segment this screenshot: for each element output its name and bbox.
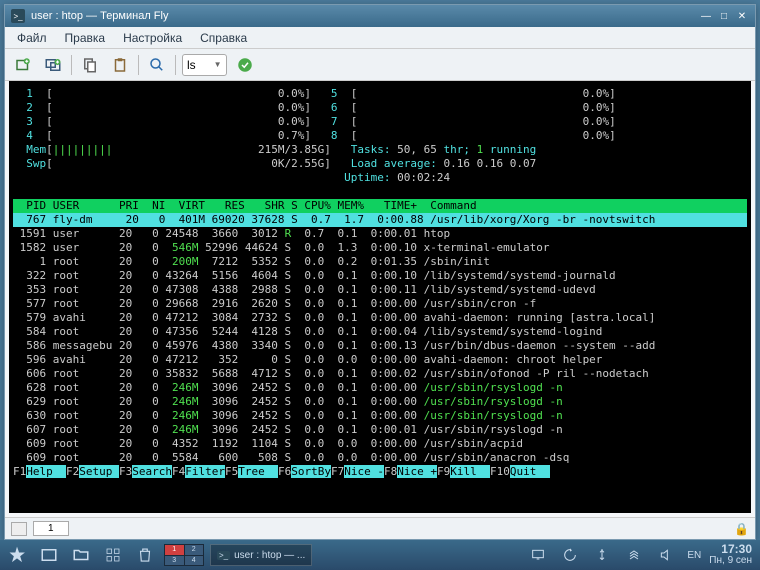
statusbar: 1 🔒 [5,517,755,539]
taskbar-task[interactable]: >_ user : htop — ... [210,544,312,566]
network-tray-icon[interactable] [621,543,647,567]
apps-button[interactable] [100,543,126,567]
workspace-4[interactable]: 4 [185,556,204,566]
separator [175,55,176,75]
terminal-tab[interactable]: 1 [33,521,69,536]
show-desktop-button[interactable] [36,543,62,567]
language-indicator[interactable]: EN [685,543,703,567]
clock-date: Пн, 9 сен [709,555,752,566]
task-icon: >_ [217,551,230,560]
terminal-output[interactable]: 1 [ 0.0%] 5 [ 0.0%] 2 [ 0.0%] 6 [ 0.0%] … [9,81,751,513]
workspace-3[interactable]: 3 [165,556,184,566]
app-icon: >_ [11,9,25,23]
titlebar[interactable]: >_ user : htop — Терминал Fly — □ ✕ [5,5,755,27]
menu-file[interactable]: Файл [9,29,55,47]
file-manager-button[interactable] [68,543,94,567]
close-button[interactable]: ✕ [735,9,749,23]
paste-button[interactable] [108,53,132,77]
menu-edit[interactable]: Правка [57,29,114,47]
clock-time: 17:30 [709,544,752,555]
separator [138,55,139,75]
window-title: user : htop — Терминал Fly [31,10,699,22]
separator [71,55,72,75]
start-button[interactable] [4,543,30,567]
run-button[interactable] [233,53,257,77]
command-combo[interactable]: ls ▼ [182,54,227,76]
maximize-button[interactable]: □ [717,9,731,23]
task-label: user : htop — ... [234,550,305,561]
volume-tray-icon[interactable] [653,543,679,567]
chevron-down-icon: ▼ [214,60,222,69]
menubar: Файл Правка Настройка Справка [5,27,755,49]
new-window-button[interactable] [41,53,65,77]
search-button[interactable] [145,53,169,77]
lock-icon[interactable]: 🔒 [734,522,749,536]
display-tray-icon[interactable] [525,543,551,567]
menu-settings[interactable]: Настройка [115,29,190,47]
workspace-pager[interactable]: 1 2 3 4 [164,544,204,566]
copy-button[interactable] [78,53,102,77]
trash-button[interactable] [132,543,158,567]
minimize-button[interactable]: — [699,9,713,23]
new-tab-button[interactable] [11,53,35,77]
usb-tray-icon[interactable] [589,543,615,567]
toolbar: ls ▼ [5,49,755,81]
workspace-1[interactable]: 1 [165,545,184,555]
menu-help[interactable]: Справка [192,29,255,47]
workspace-2[interactable]: 2 [185,545,204,555]
taskbar: 1 2 3 4 >_ user : htop — ... EN 17:30 Пн… [0,540,760,570]
clock[interactable]: 17:30 Пн, 9 сен [709,544,756,566]
terminal-window: >_ user : htop — Терминал Fly — □ ✕ Файл… [4,4,756,540]
combo-value: ls [187,58,196,72]
update-tray-icon[interactable] [557,543,583,567]
session-icon[interactable] [11,522,27,536]
